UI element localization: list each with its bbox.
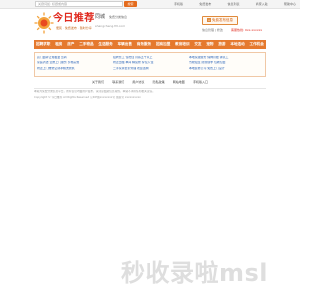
notice-column: 本地家政服务 保姆月嫂 钟点工 驾校招生 随到随学 包教包会 本地装修公司 免费… — [189, 56, 265, 70]
notice-column: 招聘普工 包吃住 月薪五千以上 附近出租 单间 精装修 拎包入住 二手家具低价处… — [113, 56, 189, 70]
logo-sunburst-icon — [34, 12, 54, 34]
nav-item-education[interactable]: 教育培训 — [175, 40, 189, 49]
main-nav: 招聘求职 租房 房产 二手物品 生活服务 车辆出售 商务服务 招商加盟 教育培训… — [34, 40, 266, 49]
nav-item-services[interactable]: 生活服务 — [98, 40, 112, 49]
footer-disclaimer: 本站为免费分类信息平台，所有信息均由用户发布，请注意甄别信息真伪，本站不承担任何… — [34, 90, 155, 93]
nav-item-franchise[interactable]: 招商加盟 — [156, 40, 170, 49]
nav-item-dating[interactable]: 交友 — [194, 40, 201, 49]
nav-item-travel[interactable]: 旅游 — [218, 40, 225, 49]
top-link-merchant[interactable]: 商家入驻 — [256, 2, 268, 7]
notice-link[interactable]: 附近出租 单间 精装修 拎包入住 — [113, 61, 189, 64]
hotline: 客服热线: 0xx-xxxxxx — [231, 28, 263, 32]
search-button[interactable]: 搜索 — [124, 1, 137, 7]
manage-info-link[interactable]: 信息管理 | 修改 — [202, 28, 223, 32]
nav-item-jobs[interactable]: 招聘求职 — [36, 40, 50, 49]
top-links: 手机版 免费发布 信息列表 商家入驻 帮助中心 — [174, 2, 296, 7]
publish-button-label: 免费发布信息 — [212, 18, 233, 22]
nav-item-pets[interactable]: 宠物 — [206, 40, 213, 49]
notice-column: 店门面转让免租金 急转 家庭清洁 全屋上门服务 价格实惠 附近上门维修空调冰箱洗… — [37, 56, 113, 70]
nav-item-secondhand[interactable]: 二手物品 — [79, 40, 93, 49]
notice-list: 店门面转让免租金 急转 家庭清洁 全屋上门服务 价格实惠 附近上门维修空调冰箱洗… — [34, 52, 266, 77]
notice-link[interactable]: 附近上门维修空调冰箱洗衣机 — [37, 67, 113, 70]
city-tagline: 免费分类信息 — [109, 15, 128, 19]
search-input[interactable]: 关键词如: 标题或内容 — [35, 1, 123, 7]
top-bar: 关键词如: 标题或内容 搜索 手机版 免费发布 信息列表 商家入驻 帮助中心 — [0, 0, 300, 9]
top-link-list[interactable]: 信息列表 — [227, 2, 239, 7]
nav-item-events[interactable]: 本地活动 — [230, 40, 244, 49]
logo-title: 今日推荐 — [53, 13, 95, 24]
help-link-privacy[interactable]: 隐私政策 — [153, 80, 165, 85]
site-header: 今日推荐 便民 · 免费发布 · 随时分享 同城 免费分类信息 shangche… — [34, 10, 266, 38]
notice-link[interactable]: 驾校招生 随到随学 包教包会 — [189, 61, 265, 64]
plus-icon: + — [207, 18, 211, 22]
notice-link[interactable]: 招聘普工 包吃住 月薪五千以上 — [113, 56, 189, 59]
nav-item-business[interactable]: 商务服务 — [137, 40, 151, 49]
help-link-about[interactable]: 关于我们 — [92, 80, 104, 85]
help-link-agreement[interactable]: 用户协议 — [132, 80, 144, 85]
notice-link[interactable]: 店门面转让免租金 急转 — [37, 56, 113, 59]
nav-item-property[interactable]: 房产 — [67, 40, 74, 49]
site-footer: 本站为免费分类信息平台，所有信息均由用户发布，请注意甄别信息真伪，本站不承担任何… — [34, 88, 266, 104]
top-link-mobile[interactable]: 手机版 — [174, 2, 183, 7]
nav-item-cars[interactable]: 车辆出售 — [118, 40, 132, 49]
logo-slogan: 便民 · 免费发布 · 随时分享 — [56, 26, 92, 30]
notice-link[interactable]: 本地装修公司 免费上门设计 — [189, 67, 265, 70]
notice-link[interactable]: 本地家政服务 保姆月嫂 钟点工 — [189, 56, 265, 59]
notice-link[interactable]: 家庭清洁 全屋上门服务 价格实惠 — [37, 61, 113, 64]
site-logo[interactable]: 今日推荐 便民 · 免费发布 · 随时分享 — [34, 11, 95, 37]
watermark-text: 秒收录啦msl — [121, 259, 269, 287]
top-link-publish[interactable]: 免费发布 — [199, 2, 211, 7]
help-link-mobile[interactable]: 手机版入口 — [193, 80, 208, 85]
help-links: 关于我们 联系我们 用户协议 隐私政策 网站地图 手机版入口 — [92, 80, 208, 85]
city-domain: shangcheng.ttt.com — [95, 24, 126, 28]
nav-item-work[interactable]: 工作机会 — [250, 40, 264, 49]
publish-info-button[interactable]: + 免费发布信息 — [202, 16, 238, 25]
top-link-help[interactable]: 帮助中心 — [284, 2, 296, 7]
notice-link[interactable]: 二手家具低价处理 欢迎选购 — [113, 67, 189, 70]
nav-item-rent[interactable]: 租房 — [55, 40, 62, 49]
footer-copyright: Copyright © 今日推荐 All Rights Reserved 京IC… — [34, 96, 141, 99]
city-name: 同城 — [95, 14, 106, 20]
help-link-contact[interactable]: 联系我们 — [112, 80, 124, 85]
help-link-sitemap[interactable]: 网站地图 — [173, 80, 185, 85]
